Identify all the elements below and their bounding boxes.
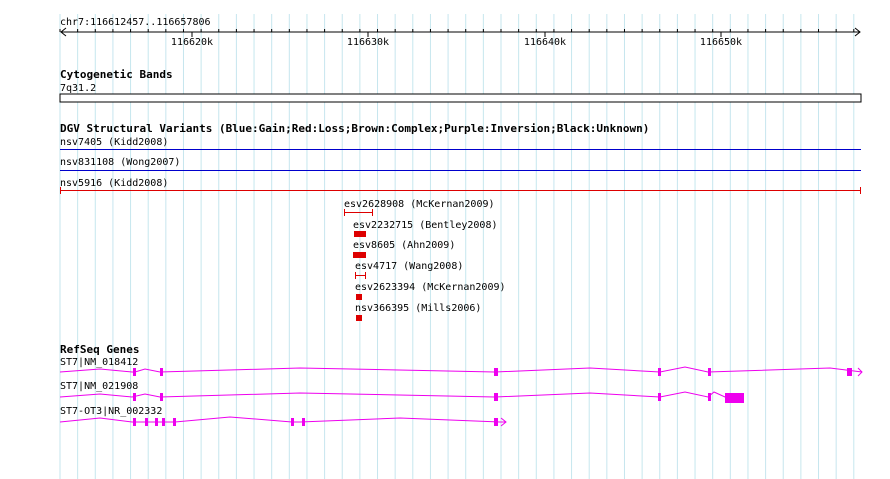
- variant-esv8605[interactable]: esv8605 (Ahn2009): [353, 240, 455, 258]
- gene-exon[interactable]: [658, 393, 661, 401]
- ruler-tick-label: 116640k: [524, 37, 566, 48]
- cytoband-label: 7q31.2: [60, 83, 96, 94]
- ruler-range-label: chr7:116612457..116657806: [60, 17, 211, 28]
- cytoband-track-title: Cytogenetic Bands: [60, 68, 173, 81]
- gene-exon[interactable]: [725, 393, 744, 403]
- gene-exon[interactable]: [708, 393, 711, 401]
- gene-st7-nm018412[interactable]: ST7|NM_018412: [59, 357, 863, 377]
- gene-exon[interactable]: [160, 368, 163, 376]
- ruler-track[interactable]: chr7:116612457..116657806 116620k 116630…: [59, 17, 861, 48]
- variant-esv2232715[interactable]: esv2232715 (Bentley2008): [353, 220, 498, 237]
- gene-exon[interactable]: [160, 393, 163, 401]
- gene-st7-nm021908[interactable]: ST7|NM_021908: [59, 381, 744, 403]
- gene-exon[interactable]: [133, 368, 136, 376]
- gene-intron-line: [59, 416, 506, 423]
- variant-block[interactable]: [356, 294, 362, 300]
- variant-label: esv2623394 (McKernan2009): [355, 282, 506, 293]
- gene-exon[interactable]: [173, 418, 176, 426]
- grid-lines: [59, 14, 855, 479]
- gene-exon[interactable]: [494, 418, 498, 426]
- gene-exon[interactable]: [494, 368, 498, 376]
- variant-block[interactable]: [356, 315, 362, 321]
- variant-block[interactable]: [354, 231, 366, 237]
- gene-st7-ot3-nr002332[interactable]: ST7-OT3|NR_002332: [59, 406, 507, 427]
- gene-exon[interactable]: [145, 418, 148, 426]
- dgv-track-title: DGV Structural Variants (Blue:Gain;Red:L…: [60, 122, 649, 135]
- variant-nsv366395[interactable]: nsv366395 (Mills2006): [355, 303, 481, 321]
- gene-exon[interactable]: [291, 418, 294, 426]
- gene-exon[interactable]: [847, 368, 852, 376]
- track-canvas: chr7:116612457..116657806 116620k 116630…: [59, 14, 863, 479]
- gene-exon[interactable]: [162, 418, 165, 426]
- gene-label: ST7-OT3|NR_002332: [60, 406, 162, 417]
- variant-label: esv4717 (Wang2008): [355, 261, 463, 272]
- variant-nsv5916[interactable]: nsv5916 (Kidd2008): [60, 178, 861, 194]
- ruler-tick-label: 116620k: [171, 37, 213, 48]
- gene-exon[interactable]: [133, 418, 136, 426]
- gene-exon[interactable]: [302, 418, 305, 426]
- gene-exon[interactable]: [708, 368, 711, 376]
- variant-label: nsv7405 (Kidd2008): [60, 137, 168, 148]
- variant-label: nsv366395 (Mills2006): [355, 303, 481, 314]
- variant-label: esv8605 (Ahn2009): [353, 240, 455, 251]
- refseq-track-title: RefSeq Genes: [60, 343, 139, 356]
- gene-exon[interactable]: [133, 393, 136, 401]
- cytoband-track[interactable]: Cytogenetic Bands 7q31.2: [59, 68, 862, 103]
- variant-esv2628908[interactable]: esv2628908 (McKernan2009): [344, 199, 495, 216]
- gene-intron-line: [59, 366, 863, 373]
- cytoband-band[interactable]: [59, 93, 862, 103]
- refseq-track[interactable]: RefSeq Genes ST7|NM_018412 ST7|NM_021908…: [59, 343, 863, 427]
- variant-label: esv2628908 (McKernan2009): [344, 199, 495, 210]
- variant-label: nsv831108 (Wong2007): [60, 157, 180, 168]
- ruler-tick-label: 116650k: [700, 37, 742, 48]
- ruler-tick-label: 116630k: [347, 37, 389, 48]
- dgv-track[interactable]: DGV Structural Variants (Blue:Gain;Red:L…: [60, 122, 861, 321]
- gene-exon[interactable]: [658, 368, 661, 376]
- gene-label: ST7|NM_018412: [60, 357, 138, 368]
- gene-exon[interactable]: [155, 418, 158, 426]
- variant-esv4717[interactable]: esv4717 (Wang2008): [355, 261, 463, 279]
- variant-nsv831108[interactable]: nsv831108 (Wong2007): [60, 157, 861, 171]
- variant-label: esv2232715 (Bentley2008): [353, 220, 498, 231]
- gene-label: ST7|NM_021908: [60, 381, 138, 392]
- variant-label: nsv5916 (Kidd2008): [60, 178, 168, 189]
- variant-block[interactable]: [353, 252, 366, 258]
- variant-nsv7405[interactable]: nsv7405 (Kidd2008): [60, 137, 861, 150]
- genome-browser-view: chr7:116612457..116657806 116620k 116630…: [0, 0, 890, 479]
- gene-exon[interactable]: [494, 393, 498, 401]
